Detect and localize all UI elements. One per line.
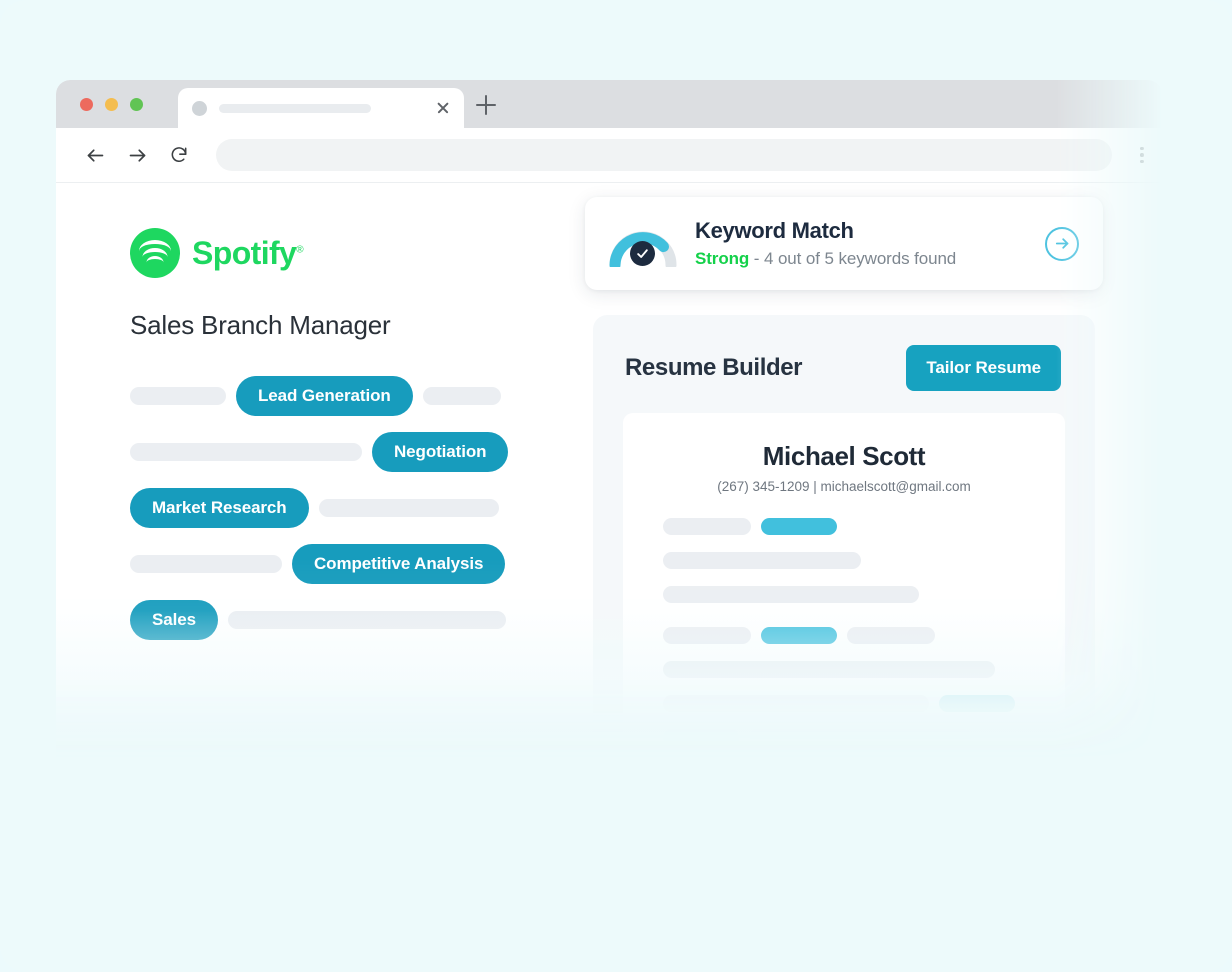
skill-row: Lead Generation — [130, 376, 596, 416]
trademark-symbol: ® — [296, 243, 304, 255]
skill-pill-market-research[interactable]: Market Research — [130, 488, 309, 528]
resume-placeholder-bar — [663, 661, 995, 678]
text-placeholder-bar — [130, 443, 362, 461]
resume-placeholder-bar — [663, 552, 861, 569]
keyword-match-detail: - 4 out of 5 keywords found — [749, 249, 957, 268]
resume-placeholder-bar — [749, 729, 971, 746]
resume-placeholder-bar — [663, 586, 919, 603]
resume-line — [663, 586, 1025, 603]
keyword-strength-label: Strong — [695, 249, 750, 268]
skill-row: Market Research — [130, 488, 596, 528]
keyword-match-title: Keyword Match — [695, 218, 854, 243]
keyword-match-status: Strong - 4 out of 5 keywords found — [695, 249, 956, 269]
resume-keyword-bar — [663, 729, 739, 746]
browser-tab[interactable] — [178, 88, 464, 128]
company-name: Spotify® — [192, 234, 304, 272]
resume-candidate-name: Michael Scott — [762, 441, 926, 471]
check-circle-icon — [630, 240, 655, 266]
page-viewport: Spotify® Sales Branch Manager Lead Gener… — [56, 183, 1162, 760]
resume-line — [663, 627, 1025, 644]
reload-icon[interactable] — [162, 138, 196, 172]
window-minimize-button[interactable] — [105, 98, 118, 111]
skill-row: Competitive Analysis — [130, 544, 596, 584]
resume-builder-header: Resume Builder Tailor Resume — [623, 345, 1065, 391]
tab-favicon-icon — [192, 100, 207, 116]
text-placeholder-bar — [130, 555, 282, 573]
skill-pill-competitive-analysis[interactable]: Competitive Analysis — [292, 544, 506, 584]
resume-builder-title: Resume Builder — [625, 354, 803, 381]
job-description-panel: Spotify® Sales Branch Manager Lead Gener… — [56, 183, 596, 741]
text-placeholder-bar — [422, 387, 501, 405]
keyword-match-card[interactable]: Keyword Match Strong - 4 out of 5 keywor… — [585, 197, 1103, 290]
address-bar-input[interactable] — [216, 139, 1112, 171]
new-tab-button[interactable] — [476, 95, 496, 115]
window-traffic-lights — [80, 98, 143, 111]
resume-contact-info: (267) 345-1209 | michaelscott@gmail.com — [717, 479, 971, 494]
resume-keyword-bar — [761, 627, 837, 644]
resume-line — [663, 518, 1025, 535]
tailor-resume-button[interactable]: Tailor Resume — [906, 345, 1061, 391]
window-close-button[interactable] — [80, 98, 93, 111]
skill-pill-lead-generation[interactable]: Lead Generation — [236, 376, 413, 416]
resume-line — [663, 552, 1025, 569]
resume-section — [663, 627, 1025, 746]
page-background: Spotify® Sales Branch Manager Lead Gener… — [0, 0, 1232, 972]
resume-builder-panel: Resume Builder Tailor Resume Michael Sco… — [593, 315, 1095, 760]
company-name-text: Spotify — [192, 234, 297, 271]
browser-window: Spotify® Sales Branch Manager Lead Gener… — [56, 80, 1162, 760]
resume-placeholder-bar — [663, 627, 751, 644]
resume-line — [663, 729, 1025, 746]
resume-line — [663, 661, 1025, 678]
resume-line — [663, 695, 1025, 712]
skill-pill-sales[interactable]: Sales — [130, 600, 218, 640]
resume-keyword-bar — [939, 695, 1015, 712]
resume-placeholder-bar — [847, 627, 935, 644]
arrow-right-icon[interactable] — [120, 138, 154, 172]
company-logo: Spotify® — [130, 228, 596, 278]
resume-placeholder-bar — [663, 695, 929, 712]
arrow-left-icon[interactable] — [78, 138, 112, 172]
text-placeholder-bar — [318, 499, 499, 517]
skill-row: Negotiation — [130, 432, 596, 472]
tab-close-icon[interactable] — [434, 99, 452, 117]
browser-tab-bar — [56, 80, 1162, 128]
text-placeholder-bar — [130, 387, 226, 405]
job-title: Sales Branch Manager — [130, 310, 391, 340]
skill-row: Sales — [130, 600, 596, 640]
browser-toolbar — [56, 128, 1162, 183]
resume-document-preview[interactable]: Michael Scott (267) 345-1209 | michaelsc… — [623, 413, 1065, 760]
arrow-right-circle-icon[interactable] — [1045, 226, 1079, 261]
window-maximize-button[interactable] — [130, 98, 143, 111]
resume-placeholder-bar — [663, 518, 751, 535]
skill-pill-negotiation[interactable]: Negotiation — [372, 432, 509, 472]
skill-rows: Lead Generation Negotiation Market Resea… — [130, 376, 596, 640]
tab-title-placeholder — [219, 103, 371, 113]
spotify-logo-icon — [130, 228, 180, 278]
resume-section — [663, 518, 1025, 603]
gauge-check-icon — [607, 221, 679, 267]
keyword-match-text: Keyword Match Strong - 4 out of 5 keywor… — [695, 218, 956, 269]
kebab-menu-icon[interactable] — [1122, 146, 1162, 164]
text-placeholder-bar — [227, 611, 506, 629]
resume-keyword-bar — [761, 518, 837, 535]
